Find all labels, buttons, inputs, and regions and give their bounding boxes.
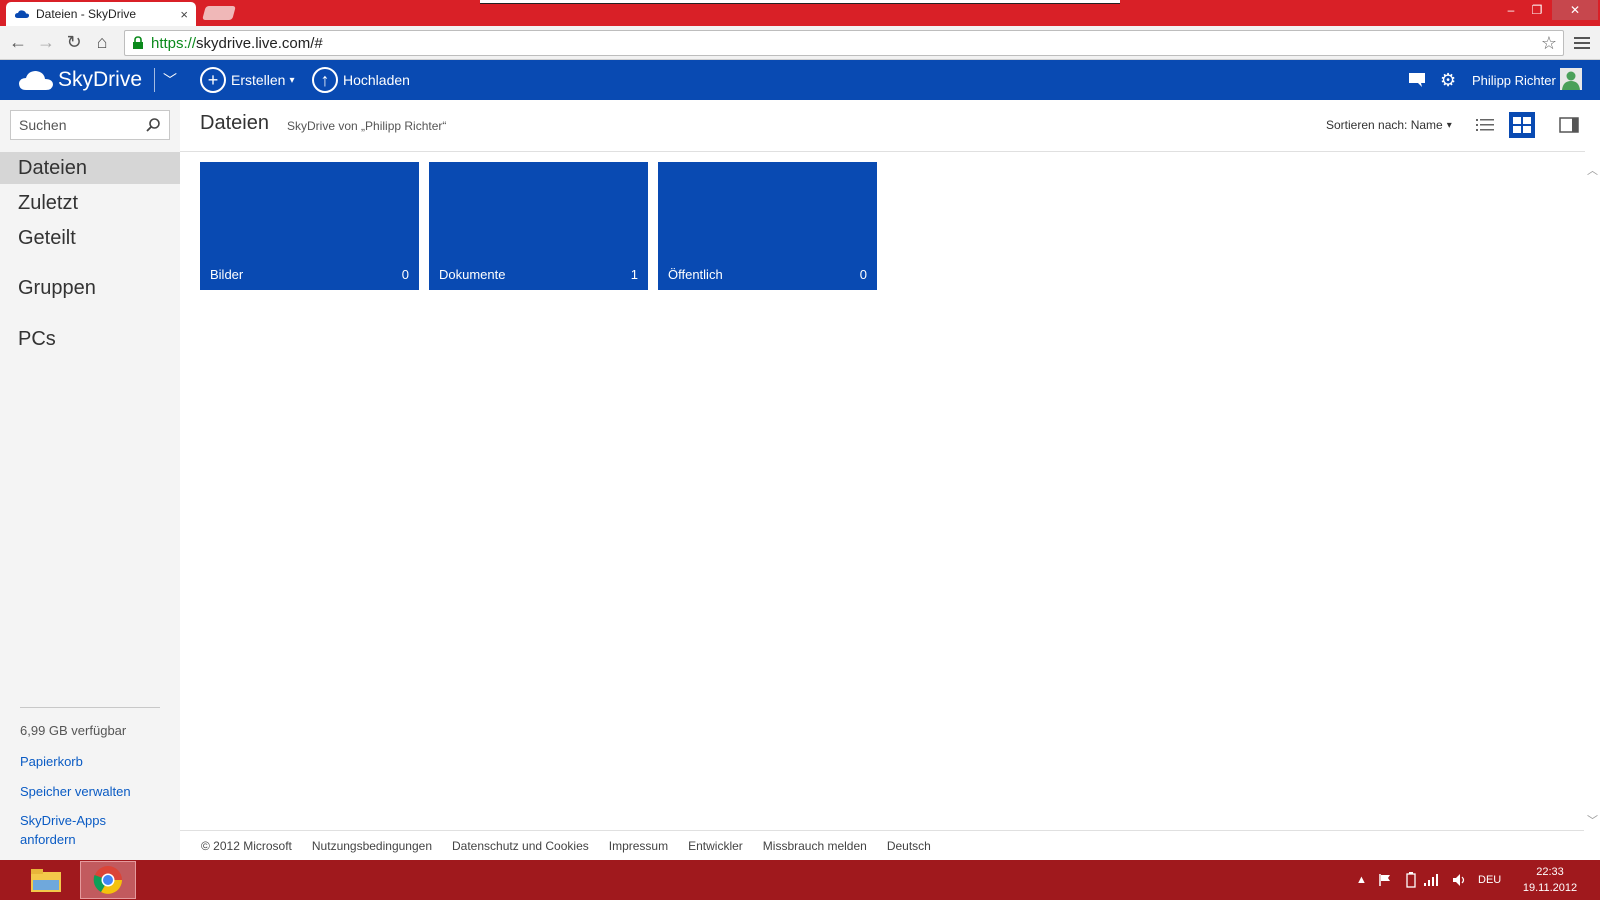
storage-info: 6,99 GB verfügbar — [20, 723, 127, 738]
content-divider — [180, 151, 1585, 152]
footer-link-language[interactable]: Deutsch — [887, 839, 931, 853]
browser-tab[interactable]: Dateien - SkyDrive × — [6, 2, 196, 26]
chrome-icon — [93, 866, 122, 894]
input-language-indicator[interactable]: DEU — [1478, 860, 1501, 900]
create-button[interactable]: + Erstellen ▾ — [200, 67, 295, 93]
scroll-up-icon[interactable]: ︿ — [1587, 162, 1598, 178]
user-name[interactable]: Philipp Richter — [1472, 60, 1556, 100]
skydrive-favicon-icon — [14, 10, 30, 18]
folder-count: 0 — [859, 267, 867, 282]
folder-name: Bilder — [210, 267, 244, 282]
sidebar-item-gruppen[interactable]: Gruppen — [0, 272, 180, 304]
footer-link-report-abuse[interactable]: Missbrauch melden — [763, 839, 867, 853]
clock-date: 19.11.2012 — [1522, 882, 1578, 894]
chrome-taskbar-button[interactable] — [80, 861, 136, 899]
browser-titlebar: Dateien - SkyDrive × – ❐ ✕ — [0, 0, 1600, 26]
folder-name: Öffentlich — [668, 267, 723, 282]
show-hidden-icons-icon[interactable]: ▲ — [1356, 860, 1367, 900]
search-placeholder: Suchen — [19, 117, 67, 133]
app-header: SkyDrive ﹀ + Erstellen ▾ ↑ Hochladen ⚙ P… — [0, 60, 1600, 100]
back-button[interactable]: ← — [4, 29, 32, 57]
volume-icon[interactable] — [1452, 860, 1468, 900]
manage-storage-link[interactable]: Speicher verwalten — [20, 782, 160, 801]
lock-icon — [133, 36, 143, 49]
reload-button[interactable]: ↻ — [60, 29, 88, 57]
address-bar[interactable]: https:// skydrive.live.com/# ☆ — [124, 30, 1564, 56]
folder-name: Dokumente — [439, 267, 506, 282]
minimize-button[interactable]: – — [1498, 0, 1524, 20]
vertical-scrollbar[interactable]: ︿ ﹀ — [1584, 152, 1600, 832]
sort-dropdown[interactable]: Sortieren nach: Name ▾ — [1326, 118, 1452, 132]
footer-link-imprint[interactable]: Impressum — [609, 839, 668, 853]
url-host: skydrive.live.com/# — [196, 34, 323, 52]
skydrive-logo[interactable]: SkyDrive ﹀ — [18, 66, 177, 94]
plus-icon: + — [200, 67, 226, 93]
sidebar-divider — [20, 707, 160, 708]
page-subtitle: SkyDrive von „Philipp Richter“ — [287, 119, 447, 133]
file-explorer-taskbar-button[interactable] — [18, 861, 74, 899]
sort-label: Sortieren nach: Name — [1326, 118, 1443, 132]
chevron-down-icon: ▾ — [289, 74, 295, 86]
tile-view-icon — [1513, 117, 1531, 133]
scroll-down-icon[interactable]: ﹀ — [1587, 812, 1598, 828]
get-apps-link[interactable]: SkyDrive-Apps anfordern — [20, 811, 160, 849]
details-pane-icon — [1559, 117, 1579, 133]
new-tab-button[interactable] — [202, 6, 236, 20]
sidebar-item-dateien[interactable]: Dateien — [0, 152, 180, 184]
taskbar: ▲ DEU 22:33 19.11.2012 — [0, 860, 1600, 900]
folder-tile-oeffentlich[interactable]: Öffentlich 0 — [658, 162, 877, 290]
sidebar-item-geteilt[interactable]: Geteilt — [0, 222, 180, 254]
window-caption-bar — [480, 0, 1120, 4]
cloud-icon — [19, 71, 53, 90]
search-input[interactable]: Suchen — [10, 110, 170, 140]
close-window-button[interactable]: ✕ — [1552, 0, 1598, 20]
folder-tile-bilder[interactable]: Bilder 0 — [200, 162, 419, 290]
page-title: Dateien — [200, 112, 269, 134]
folder-tile-dokumente[interactable]: Dokumente 1 — [429, 162, 648, 290]
tab-title: Dateien - SkyDrive — [36, 7, 137, 21]
sidebar: Suchen Dateien Zuletzt Geteilt Gruppen P… — [0, 100, 180, 860]
details-pane-button[interactable] — [1556, 112, 1582, 138]
create-label: Erstellen — [231, 72, 286, 88]
logo-divider — [154, 68, 156, 92]
folder-icon — [31, 869, 61, 892]
network-signal-icon[interactable] — [1424, 860, 1440, 900]
tile-view-button[interactable] — [1509, 112, 1535, 138]
list-view-button[interactable] — [1472, 112, 1498, 138]
brand-name: SkyDrive — [58, 68, 143, 91]
folder-count: 0 — [401, 267, 409, 282]
forward-button[interactable]: → — [32, 29, 60, 57]
folder-count: 1 — [630, 267, 638, 282]
system-clock[interactable]: 22:33 19.11.2012 — [1510, 864, 1590, 896]
gear-icon[interactable]: ⚙ — [1440, 60, 1460, 100]
chevron-down-icon[interactable]: ﹀ — [163, 70, 177, 90]
clock-time: 22:33 — [1536, 866, 1564, 878]
upload-arrow-icon: ↑ — [312, 67, 338, 93]
list-view-icon — [1476, 119, 1494, 131]
copyright: © 2012 Microsoft — [201, 838, 292, 853]
flag-icon[interactable] — [1378, 860, 1392, 900]
sidebar-item-zuletzt[interactable]: Zuletzt — [0, 187, 180, 219]
upload-label: Hochladen — [343, 72, 410, 88]
chevron-down-icon: ▾ — [1446, 119, 1452, 131]
home-button[interactable]: ⌂ — [88, 29, 116, 57]
search-icon[interactable] — [145, 117, 161, 133]
battery-icon[interactable] — [1406, 860, 1416, 900]
maximize-button[interactable]: ❐ — [1524, 0, 1550, 20]
footer: © 2012 Microsoft Nutzungsbedingungen Dat… — [180, 830, 1584, 860]
browser-menu-icon[interactable] — [1574, 34, 1590, 52]
url-scheme: https:// — [151, 34, 197, 52]
upload-button[interactable]: ↑ Hochladen — [312, 67, 410, 93]
footer-link-terms[interactable]: Nutzungsbedingungen — [312, 839, 432, 853]
footer-link-privacy[interactable]: Datenschutz und Cookies — [452, 839, 589, 853]
browser-toolbar: ← → ↻ ⌂ https:// skydrive.live.com/# ☆ — [0, 26, 1600, 60]
sidebar-item-pcs[interactable]: PCs — [0, 323, 180, 355]
tab-close-icon[interactable]: × — [180, 7, 188, 22]
footer-link-developers[interactable]: Entwickler — [688, 839, 743, 853]
avatar[interactable] — [1560, 68, 1582, 90]
recycle-bin-link[interactable]: Papierkorb — [20, 752, 160, 771]
bookmark-star-icon[interactable]: ☆ — [1541, 33, 1557, 54]
chat-icon[interactable] — [1408, 60, 1428, 100]
